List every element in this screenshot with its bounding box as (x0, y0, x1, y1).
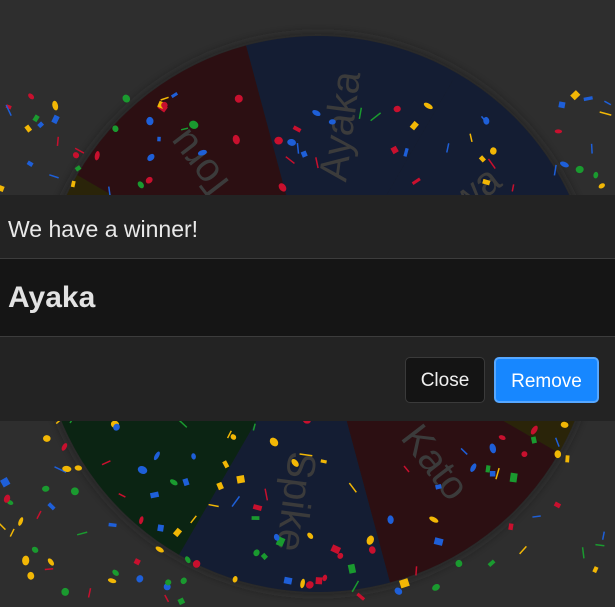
winner-name: Ayaka (8, 281, 96, 314)
winner-dialog: We have a winner! Ayaka Close Remove (0, 195, 615, 421)
dialog-footer: Close Remove (0, 337, 615, 421)
dialog-header: We have a winner! (0, 195, 615, 259)
dialog-title: We have a winner! (8, 216, 199, 242)
dialog-body: Ayaka (0, 259, 615, 337)
close-button[interactable]: Close (405, 357, 485, 403)
remove-button[interactable]: Remove (494, 357, 599, 403)
